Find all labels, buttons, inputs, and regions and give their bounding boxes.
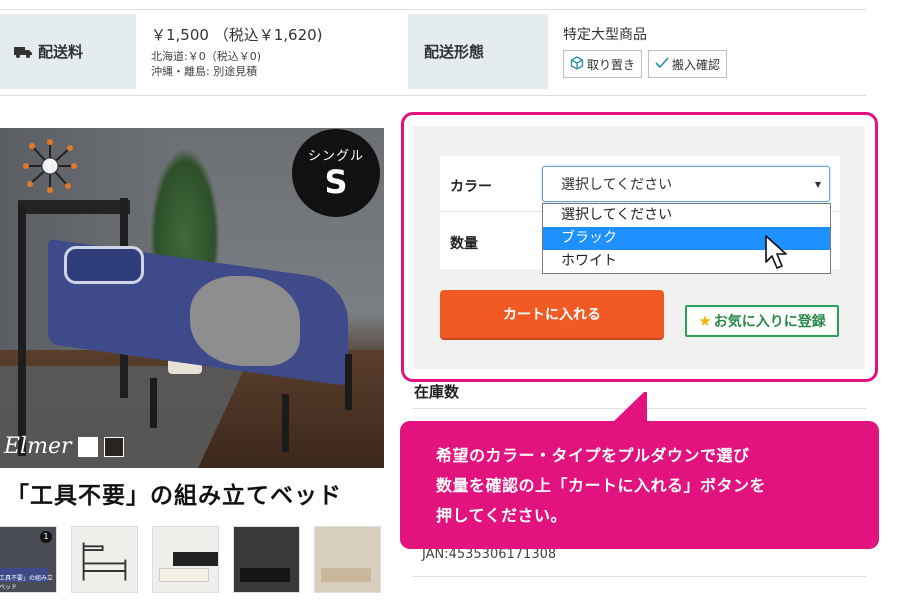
bed-blanket	[190, 276, 300, 366]
shipping-fee-main: ￥1,500 （税込￥1,620)	[151, 26, 323, 44]
divider	[412, 576, 866, 577]
brand-name: Elmer	[4, 434, 72, 459]
hold-tag-label: 取り置き	[587, 57, 636, 72]
white-swatch	[77, 436, 98, 457]
thumb-bed	[173, 552, 218, 566]
thumb-bed	[159, 568, 209, 582]
box-icon	[570, 55, 584, 73]
size-badge-letter: S	[324, 163, 348, 201]
size-badge: シングル S	[292, 129, 380, 217]
bed-leg	[345, 354, 352, 410]
color-label: カラー	[450, 179, 492, 195]
thumbnail-strip: 1 「工具不要」の組み立てベッド	[0, 526, 381, 593]
product-caption: 「工具不要」の組み立てベッド	[6, 483, 342, 509]
callout-line: 希望のカラー・タイプをプルダウンで選び	[436, 446, 750, 465]
shipping-fee-hokkaido: 北海道:￥0（税込￥0)	[151, 50, 261, 63]
callout-pointer	[613, 392, 644, 422]
bed-post-left	[18, 206, 26, 456]
delivery-check-tag: 搬入確認	[648, 50, 728, 78]
size-badge-label: シングル	[307, 149, 364, 164]
thumbnail[interactable]	[233, 526, 300, 593]
add-to-favorites-label: お気に入りに登録	[713, 314, 826, 330]
black-swatch	[103, 436, 124, 457]
shipping-type-label: 配送形態	[424, 43, 485, 61]
shipping-fee-okinawa: 沖縄・離島: 別途見積	[151, 65, 258, 78]
bed-diagram-icon	[82, 542, 127, 581]
thumbnail[interactable]: 1 「工具不要」の組み立てベッド	[0, 526, 57, 593]
color-option-placeholder[interactable]: 選択してください	[543, 204, 830, 227]
mouse-cursor-icon	[765, 235, 787, 269]
wall-clock-icon	[23, 139, 77, 193]
bed-leg	[282, 394, 289, 452]
thumbnail-number: 1	[40, 531, 52, 543]
add-to-cart-button[interactable]: カートに入れる	[440, 290, 664, 338]
jan-code: JAN:4535306171308	[422, 547, 557, 562]
divider	[0, 9, 866, 10]
color-select-value: 選択してください	[561, 177, 673, 193]
callout-pointer-edge	[644, 392, 647, 422]
brand-row: Elmer	[4, 434, 124, 459]
delivery-check-tag-label: 搬入確認	[672, 57, 721, 72]
chevron-down-icon: ▼	[814, 180, 821, 189]
color-select[interactable]: 選択してください ▼	[542, 166, 830, 202]
check-icon	[655, 56, 669, 72]
thumb-bed	[321, 568, 371, 582]
instruction-callout: 希望のカラー・タイプをプルダウンで選び 数量を確認の上「カートに入れる」ボタンを…	[400, 421, 879, 549]
quantity-label: 数量	[450, 236, 478, 252]
thumbnail[interactable]	[152, 526, 219, 593]
bed-pillow	[64, 246, 144, 284]
star-icon: ★	[698, 312, 712, 330]
callout-line: 数量を確認の上「カートに入れる」ボタンを	[436, 476, 767, 495]
thumbnail[interactable]	[71, 526, 138, 593]
thumbnail[interactable]	[314, 526, 381, 593]
callout-line: 押してください。	[436, 506, 568, 525]
shipping-fee-header: 配送料	[0, 14, 136, 89]
shipping-table: 配送料 ￥1,500 （税込￥1,620) 北海道:￥0（税込￥0) 沖縄・離島…	[0, 0, 866, 96]
shipping-type-text: 特定大型商品	[563, 27, 647, 43]
thumb-bed	[240, 568, 290, 582]
add-to-favorites-button[interactable]: ★ お気に入りに登録	[685, 305, 839, 337]
thumbnail-caption: 「工具不要」の組み立てベッド	[0, 575, 54, 591]
shipping-fee-label: 配送料	[38, 43, 84, 61]
shipping-fee-value: ￥1,500 （税込￥1,620) 北海道:￥0（税込￥0) 沖縄・離島: 別途…	[151, 24, 323, 79]
truck-icon	[14, 46, 32, 58]
hold-tag: 取り置き	[563, 50, 643, 78]
shipping-type-value: 特定大型商品 取り置き 搬入確認	[563, 24, 728, 78]
bed-headboard	[18, 200, 130, 214]
stock-label: 在庫数	[414, 383, 460, 401]
shipping-type-header: 配送形態	[408, 14, 548, 89]
bed-leg	[150, 378, 157, 428]
